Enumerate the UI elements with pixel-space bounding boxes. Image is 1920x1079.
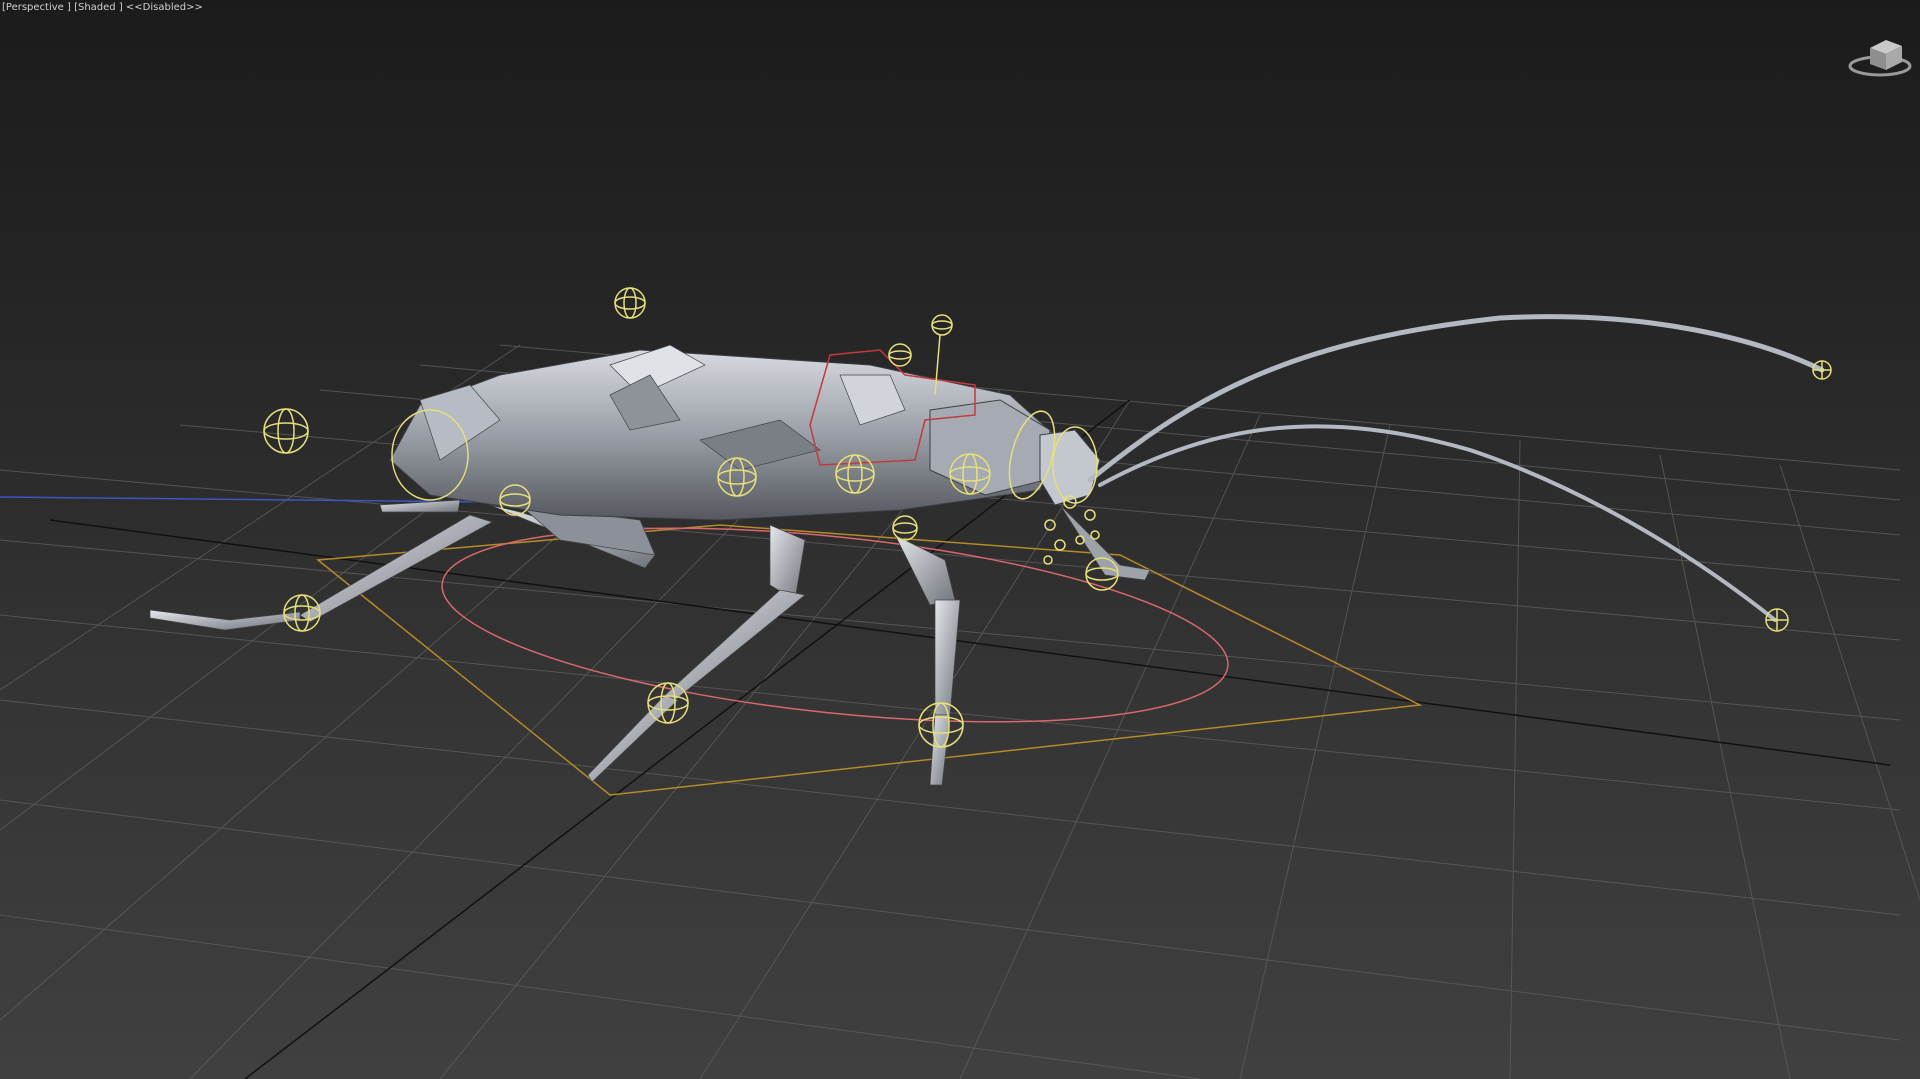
viewport-label[interactable]: [Perspective ] [Shaded ] <<Disabled>> (2, 2, 203, 13)
world-axes (49, 399, 1891, 1079)
control-sphere (892, 515, 918, 541)
control-sphere (1765, 608, 1789, 632)
control-sphere (1812, 360, 1832, 380)
perspective-viewport[interactable]: [Perspective ] [Shaded ] <<Disabled>> (0, 0, 1920, 1079)
leg-segment (149, 609, 301, 631)
control-sphere (931, 314, 953, 336)
leg-segment (664, 589, 806, 701)
leg-segment (769, 524, 806, 601)
mouth-controls (1043, 495, 1100, 565)
antennae (1087, 314, 1825, 622)
scene-canvas[interactable] (0, 0, 1920, 1079)
antenna-upper (1087, 314, 1825, 483)
control-sphere (614, 287, 646, 319)
leg-segment (894, 534, 956, 606)
leg-segment (934, 599, 961, 716)
control-sphere (888, 343, 912, 367)
viewcube-icon[interactable] (1842, 30, 1914, 82)
leg-segment (587, 694, 679, 783)
control-sphere (263, 408, 309, 454)
rig-controls[interactable] (263, 287, 1832, 748)
